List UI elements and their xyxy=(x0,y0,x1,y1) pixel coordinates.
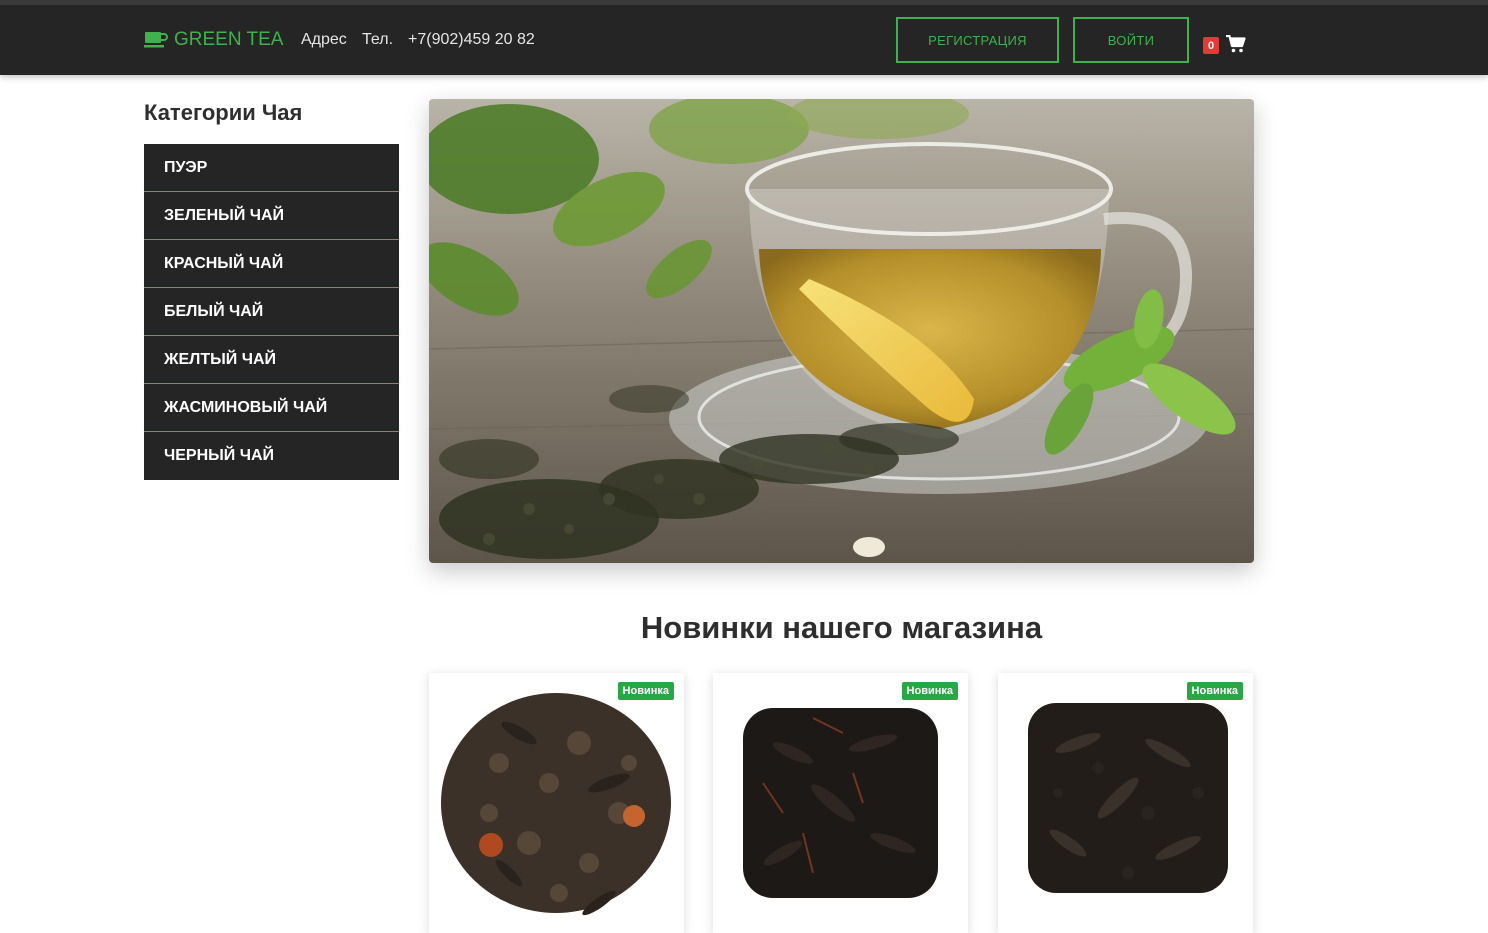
category-item-white-tea[interactable]: БЕЛЫЙ ЧАЙ xyxy=(144,288,399,336)
category-item-puer[interactable]: ПУЭР xyxy=(144,144,399,192)
product-card[interactable]: Новинка xyxy=(429,673,684,933)
login-button[interactable]: ВОЙТИ xyxy=(1073,17,1189,63)
category-item-green-tea[interactable]: ЗЕЛЕНЫЙ ЧАЙ xyxy=(144,192,399,240)
top-navbar: GREEN TEA Адрес Тел. +7(902)459 20 82 РЕ… xyxy=(0,0,1488,75)
shopping-cart-icon[interactable] xyxy=(1226,34,1246,58)
product-image xyxy=(441,693,671,916)
logo[interactable]: GREEN TEA xyxy=(144,29,283,51)
new-badge: Новинка xyxy=(901,682,958,700)
category-item-red-tea[interactable]: КРАСНЫЙ ЧАЙ xyxy=(144,240,399,288)
category-item-jasmine-tea[interactable]: ЖАСМИНОВЫЙ ЧАЙ xyxy=(144,384,399,432)
new-badge: Новинка xyxy=(1186,682,1243,700)
register-button[interactable]: РЕГИСТРАЦИЯ xyxy=(896,17,1059,63)
cart-count-badge: 0 xyxy=(1203,37,1219,54)
product-image xyxy=(743,708,938,898)
tea-cup-icon xyxy=(144,32,168,48)
category-list: ПУЭР ЗЕЛЕНЫЙ ЧАЙ КРАСНЫЙ ЧАЙ БЕЛЫЙ ЧАЙ Ж… xyxy=(144,144,399,480)
phone-label: Тел. xyxy=(362,31,394,48)
address-label[interactable]: Адрес xyxy=(301,31,347,49)
category-item-black-tea[interactable]: ЧЕРНЫЙ ЧАЙ xyxy=(144,432,399,480)
categories-title: Категории Чая xyxy=(144,100,303,125)
product-image xyxy=(1028,703,1228,893)
product-card[interactable]: Новинка xyxy=(998,673,1253,933)
product-card[interactable]: Новинка xyxy=(713,673,968,933)
new-badge: Новинка xyxy=(617,682,674,700)
logo-text: GREEN TEA xyxy=(174,29,284,50)
phone-number[interactable]: +7(902)459 20 82 xyxy=(408,31,535,49)
new-products-title: Новинки нашего магазина xyxy=(640,610,1043,645)
hero-banner-image xyxy=(429,99,1254,563)
category-item-yellow-tea[interactable]: ЖЕЛТЫЙ ЧАЙ xyxy=(144,336,399,384)
